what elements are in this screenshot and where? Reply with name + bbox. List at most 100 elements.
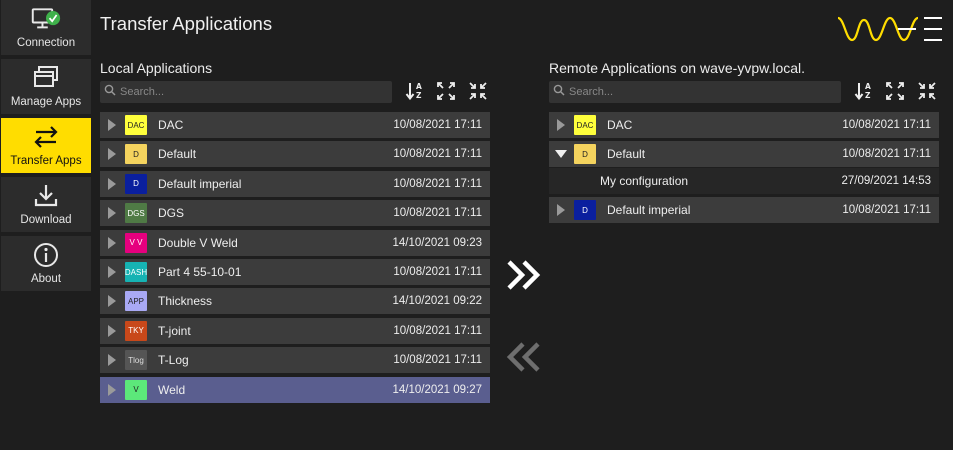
nav-manage-apps[interactable]: Manage Apps [1,59,91,116]
app-badge: D [574,144,596,165]
app-badge: D [125,173,147,194]
app-name: T-joint [158,323,191,338]
search-icon [553,83,565,101]
app-name: DAC [607,118,633,132]
app-row[interactable]: DAC DAC 10/08/2021 17:11 [100,112,490,138]
app-name: DGS [158,206,185,221]
expand-all-button[interactable] [884,81,906,104]
caret-right-icon[interactable] [100,148,124,161]
app-badge: APP [125,291,147,312]
nav-label-download: Download [20,214,72,226]
app-row[interactable]: DGS DGS 10/08/2021 17:11 [100,200,490,227]
app-name: Weld [158,382,186,397]
app-date: 10/08/2021 17:11 [393,148,482,161]
app-badge: TKY [125,320,147,341]
svg-text:A: A [865,82,871,91]
monitor-check-icon [31,4,61,34]
remote-search-box [549,81,841,103]
app-date: 10/08/2021 17:11 [842,204,931,217]
app-badge: V V [125,232,147,253]
caret-right-icon[interactable] [100,383,124,396]
app-row[interactable]: D Default imperial 10/08/2021 17:11 [100,170,490,197]
app-row[interactable]: V Weld 14/10/2021 09:27 [100,376,490,403]
app-name: Thickness [158,294,213,309]
nav-transfer-apps[interactable]: Transfer Apps [1,118,91,175]
caret-right-icon[interactable] [100,324,124,337]
remote-toolbar: A Z [549,81,939,105]
app-row[interactable]: APP Thickness 14/10/2021 09:22 [100,288,490,315]
caret-right-icon[interactable] [100,207,124,220]
app-badge: DASH [125,262,147,282]
app-date: 10/08/2021 17:11 [842,119,931,131]
app-name: Part 4 55-10-01 [158,265,242,279]
svg-text:A: A [416,82,422,91]
nav-label-connection: Connection [16,37,76,49]
app-row[interactable]: Tlog T-Log 10/08/2021 17:11 [100,347,490,374]
caret-right-icon[interactable] [100,266,124,278]
app-date: 10/08/2021 17:11 [393,354,482,367]
stacked-windows-icon [31,63,61,93]
local-panel-title: Local Applications [100,60,213,76]
app-badge: D [574,200,596,221]
nav-download[interactable]: Download [1,177,91,234]
app-date: 10/08/2021 17:11 [842,148,931,161]
local-toolbar: A Z [100,81,490,105]
local-search-input[interactable] [120,86,380,98]
svg-text:Z: Z [865,91,871,100]
search-icon [104,83,116,101]
caret-right-icon[interactable] [100,354,124,367]
nav-label-manage-apps: Manage Apps [10,96,82,108]
transfer-to-remote-button[interactable] [505,259,543,296]
info-icon [31,240,61,270]
transfer-to-local-button[interactable] [505,341,543,378]
remote-search-input[interactable] [569,86,829,98]
app-row[interactable]: D Default 10/08/2021 17:11 [549,141,939,168]
collapse-all-button[interactable] [916,81,938,105]
app-row[interactable]: TKY T-joint 10/08/2021 17:11 [100,317,490,344]
collapse-icon [918,81,936,105]
sort-az-button[interactable]: A Z [853,82,875,104]
local-panel: Local Applications A Z [100,60,490,403]
caret-right-icon[interactable] [100,295,124,308]
app-date: 10/08/2021 17:11 [393,207,482,220]
caret-right-icon[interactable] [100,177,124,190]
page-title: Transfer Applications [100,13,273,34]
expand-icon [437,81,455,105]
nav-about[interactable]: About [1,236,91,293]
app-badge: V [125,379,147,400]
caret-right-icon[interactable] [549,204,573,217]
sort-az-button[interactable]: A Z [404,82,426,104]
collapse-icon [469,81,487,105]
app-row[interactable]: DAC DAC 10/08/2021 17:11 [549,112,939,138]
app-date: 10/08/2021 17:11 [393,266,482,278]
collapse-all-button[interactable] [467,81,489,105]
app-row[interactable]: D Default 10/08/2021 17:11 [100,141,490,168]
download-icon [31,181,61,211]
transfer-arrows-icon [31,122,61,152]
configuration-row[interactable]: My configuration 27/09/2021 14:53 [549,167,939,194]
double-chevron-left-icon [505,342,543,377]
sort-az-icon: A Z [405,81,425,106]
svg-text:Z: Z [416,91,422,100]
caret-down-icon[interactable] [549,149,573,159]
wave-logo [836,14,944,44]
sort-az-icon: A Z [854,81,874,106]
nav-label-transfer-apps: Transfer Apps [10,155,82,167]
app-row[interactable]: D Default imperial 10/08/2021 17:11 [549,197,939,224]
caret-right-icon[interactable] [100,236,124,249]
nav-connection[interactable]: Connection [1,0,91,57]
app-name: Default imperial [607,203,691,218]
app-row[interactable]: V V Double V Weld 14/10/2021 09:23 [100,229,490,256]
remote-panel: Remote Applications on wave-yvpw.local. … [549,60,939,224]
configuration-name: My configuration [600,173,689,188]
caret-right-icon[interactable] [549,119,573,131]
expand-all-button[interactable] [435,81,457,105]
app-date: 10/08/2021 17:11 [393,177,482,190]
app-badge: Tlog [125,350,147,371]
caret-right-icon[interactable] [100,119,124,131]
app-name: Double V Weld [158,235,238,250]
local-search-box [100,81,392,103]
app-date: 10/08/2021 17:11 [393,119,482,131]
app-row[interactable]: DASH Part 4 55-10-01 10/08/2021 17:11 [100,259,490,285]
sidebar: Connection Manage Apps Transfer Apps Dow… [0,0,92,450]
